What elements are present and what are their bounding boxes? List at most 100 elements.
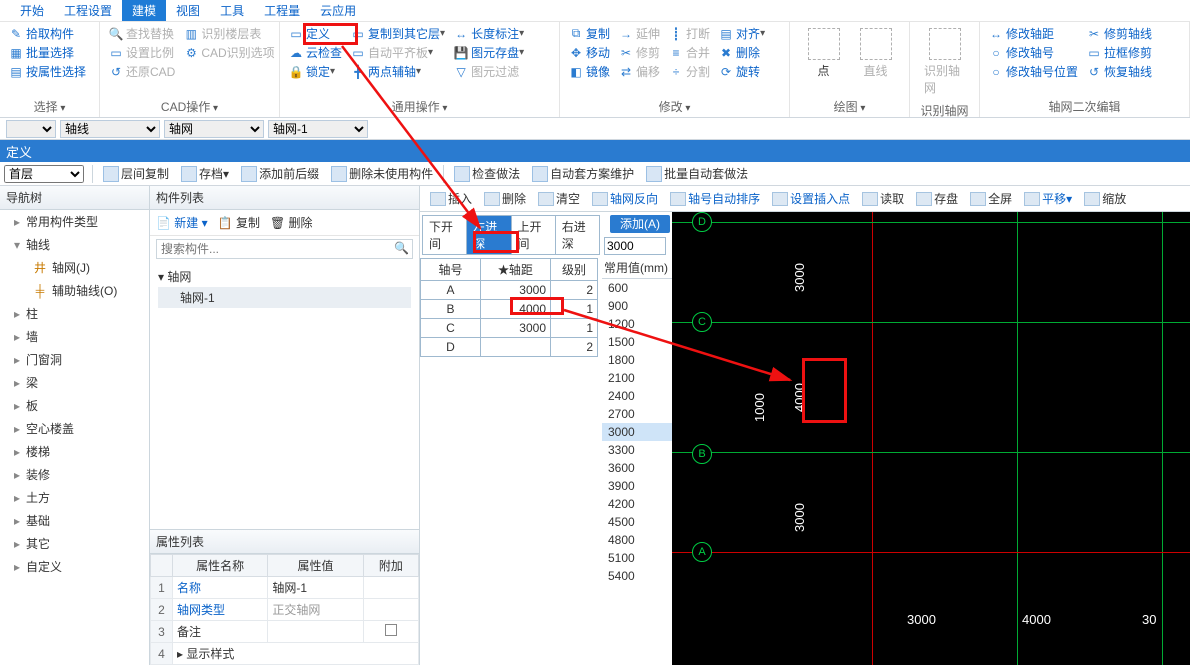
tb2-check[interactable]: 检查做法 xyxy=(448,165,526,182)
copy-layer[interactable]: ▭复制到其它层 xyxy=(346,24,449,43)
cbar-save[interactable]: 存盘 xyxy=(910,190,964,207)
common-value[interactable]: 2400 xyxy=(602,387,672,405)
nav-axis-grid[interactable]: 井轴网(J) xyxy=(28,256,149,279)
common-value[interactable]: 3000 xyxy=(602,423,672,441)
mod-spacing[interactable]: ↔修改轴距 xyxy=(984,24,1082,43)
common-value[interactable]: 2100 xyxy=(602,369,672,387)
tb2-batch[interactable]: 批量自动套做法 xyxy=(640,165,754,182)
comp-new[interactable]: 📄 新建 ▾ xyxy=(156,214,208,231)
tab-start[interactable]: 开始 xyxy=(10,0,54,21)
copy-btn[interactable]: ⧉复制 xyxy=(564,24,614,43)
common-value[interactable]: 5100 xyxy=(602,549,672,567)
gridtab-0[interactable]: 下开间 xyxy=(422,215,467,255)
common-list[interactable]: 6009001200150018002100240027003000330036… xyxy=(602,278,672,665)
nav-earth[interactable]: ▸土方 xyxy=(0,486,149,509)
sel-b[interactable]: 轴线 xyxy=(60,120,160,138)
gridtab-3[interactable]: 右进深 xyxy=(555,215,600,255)
elem-save[interactable]: 💾图元存盘 xyxy=(449,43,528,62)
nav-axis[interactable]: ▾轴线 xyxy=(0,233,149,256)
nav-hollow[interactable]: ▸空心楼盖 xyxy=(0,417,149,440)
add-button[interactable]: 添加(A) xyxy=(610,215,670,233)
common-value[interactable]: 1500 xyxy=(602,333,672,351)
comp-tree-item[interactable]: 轴网-1 xyxy=(158,287,411,308)
two-pt-axis[interactable]: ╋两点辅轴 xyxy=(346,62,449,81)
cbar-reverse[interactable]: 轴网反向 xyxy=(586,190,664,207)
nav-custom[interactable]: ▸自定义 xyxy=(0,555,149,578)
common-value[interactable]: 5400 xyxy=(602,567,672,585)
prop-toggle[interactable]: 显示样式 xyxy=(177,647,234,661)
nav-wall[interactable]: ▸墙 xyxy=(0,325,149,348)
cbar-pan[interactable]: 平移 ▾ xyxy=(1018,190,1078,207)
nav-finish[interactable]: ▸装修 xyxy=(0,463,149,486)
common-value[interactable]: 3300 xyxy=(602,441,672,459)
common-value[interactable]: 3600 xyxy=(602,459,672,477)
cbar-zoom[interactable]: 缩放 xyxy=(1078,190,1132,207)
pick-component[interactable]: ✎拾取构件 xyxy=(4,24,95,43)
batch-select[interactable]: ▦批量选择 xyxy=(4,43,95,62)
table-row[interactable]: D2 xyxy=(421,338,598,357)
define-btn[interactable]: ▭定义 xyxy=(284,24,346,43)
comp-tree-root[interactable]: ▾ 轴网 xyxy=(158,266,411,287)
common-value[interactable]: 2700 xyxy=(602,405,672,423)
sel-c[interactable]: 轴网 xyxy=(164,120,264,138)
tb2-auto[interactable]: 自动套方案维护 xyxy=(526,165,640,182)
comp-del[interactable]: 🗑 删除 xyxy=(270,214,313,231)
comp-search[interactable] xyxy=(156,239,413,259)
cbar-insert[interactable]: 插入 xyxy=(424,190,478,207)
mirror-btn[interactable]: ◧镜像 xyxy=(564,62,614,81)
table-row[interactable]: B40001 xyxy=(421,300,598,319)
nav-slab[interactable]: ▸板 xyxy=(0,394,149,417)
tb2-prefix[interactable]: 添加前后缀 xyxy=(235,165,325,182)
sel-a[interactable] xyxy=(6,120,56,138)
tab-project[interactable]: 工程设置 xyxy=(54,0,122,21)
cbar-clear[interactable]: 清空 xyxy=(532,190,586,207)
common-value[interactable]: 3900 xyxy=(602,477,672,495)
cbar-delete[interactable]: 删除 xyxy=(478,190,532,207)
len-dim[interactable]: ↔长度标注 xyxy=(449,24,528,43)
nav-other[interactable]: ▸其它 xyxy=(0,532,149,555)
tb2-copy[interactable]: 层间复制 xyxy=(97,165,175,182)
comp-copy[interactable]: 📋 复制 xyxy=(218,214,260,231)
trim-axis[interactable]: ✂修剪轴线 xyxy=(1082,24,1156,43)
tab-model[interactable]: 建模 xyxy=(122,0,166,21)
tb2-archive[interactable]: 存档 ▾ xyxy=(175,165,235,182)
floor-select[interactable]: 首层 xyxy=(4,165,84,183)
grid-canvas[interactable]: A B C D 3000 4000 3000 1000 3000 4000 30 xyxy=(672,212,1190,665)
cloud-check[interactable]: ☁云检查 xyxy=(284,43,346,62)
box-trim[interactable]: ▭拉框修剪 xyxy=(1082,43,1156,62)
group-common[interactable]: 通用操作 xyxy=(284,96,555,117)
nav-beam[interactable]: ▸梁 xyxy=(0,371,149,394)
group-cad[interactable]: CAD操作 xyxy=(104,96,275,117)
gridtab-1[interactable]: 左进深 xyxy=(466,215,511,255)
rotate-btn[interactable]: ⟳旋转 xyxy=(714,62,769,81)
cbar-read[interactable]: 读取 xyxy=(856,190,910,207)
group-draw[interactable]: 绘图 xyxy=(794,96,905,117)
cbar-full[interactable]: 全屏 xyxy=(964,190,1018,207)
prop-select[interactable]: ▤按属性选择 xyxy=(4,62,95,81)
nav-door[interactable]: ▸门窗洞 xyxy=(0,348,149,371)
common-value[interactable]: 900 xyxy=(602,297,672,315)
move-btn[interactable]: ✥移动 xyxy=(564,43,614,62)
group-modify[interactable]: 修改 xyxy=(564,96,785,117)
tab-tools[interactable]: 工具 xyxy=(210,0,254,21)
tab-view[interactable]: 视图 xyxy=(166,0,210,21)
table-row[interactable]: A30002 xyxy=(421,281,598,300)
sel-d[interactable]: 轴网-1 xyxy=(268,120,368,138)
nav-axis-aux[interactable]: ╪辅助轴线(O) xyxy=(28,279,149,302)
restore-axis[interactable]: ↺恢复轴线 xyxy=(1082,62,1156,81)
nav-common[interactable]: ▸常用构件类型 xyxy=(0,210,149,233)
tab-quantity[interactable]: 工程量 xyxy=(254,0,310,21)
common-value[interactable]: 600 xyxy=(602,279,672,297)
lock-btn[interactable]: 🔒锁定 xyxy=(284,62,346,81)
mod-number[interactable]: ○修改轴号 xyxy=(984,43,1082,62)
tab-cloud[interactable]: 云应用 xyxy=(310,0,366,21)
cbar-insertpt[interactable]: 设置插入点 xyxy=(766,190,856,207)
mod-numpos[interactable]: ○修改轴号位置 xyxy=(984,62,1082,81)
group-select[interactable]: 选择 xyxy=(4,96,95,117)
common-value[interactable]: 4500 xyxy=(602,513,672,531)
nav-col[interactable]: ▸柱 xyxy=(0,302,149,325)
align-btn[interactable]: ▤对齐 xyxy=(714,24,769,43)
table-row[interactable]: C30001 xyxy=(421,319,598,338)
gridtab-2[interactable]: 上开间 xyxy=(511,215,556,255)
delete-btn[interactable]: ✖删除 xyxy=(714,43,769,62)
